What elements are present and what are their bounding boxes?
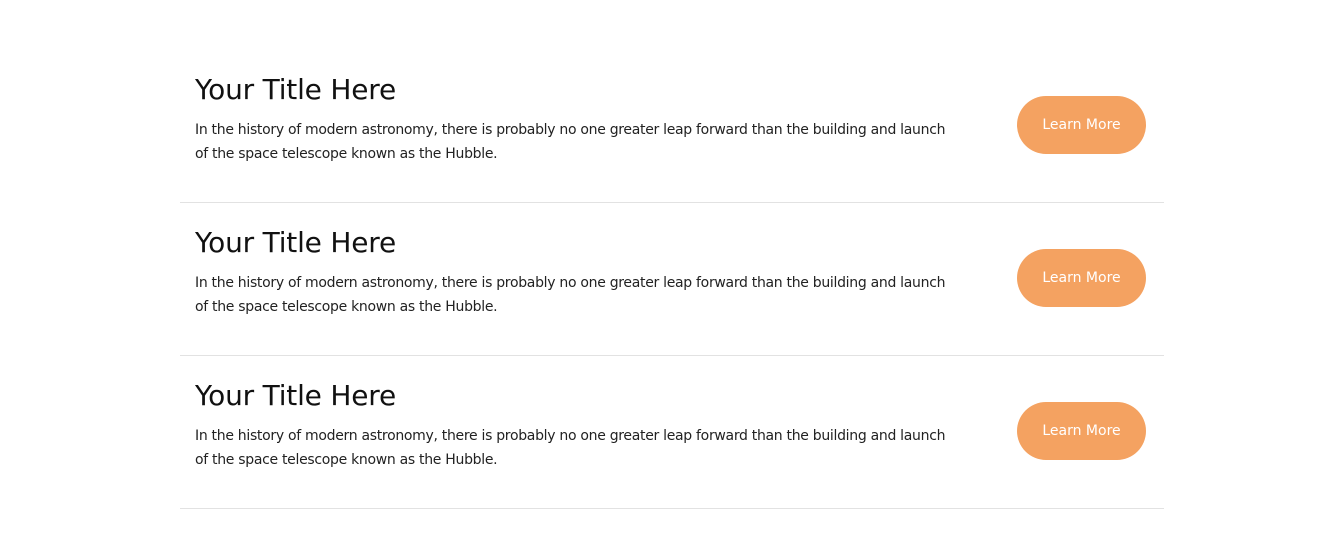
- item-description: In the history of modern astronomy, ther…: [195, 122, 946, 162]
- item-title: Your Title Here: [195, 226, 396, 259]
- list-item: Your Title Here In the history of modern…: [180, 203, 1164, 356]
- item-text: Your Title Here In the history of modern…: [195, 225, 955, 319]
- learn-more-button[interactable]: Learn More: [1017, 402, 1146, 460]
- list-item: Your Title Here In the history of modern…: [180, 50, 1164, 203]
- item-description: In the history of modern astronomy, ther…: [195, 428, 946, 468]
- item-text: Your Title Here In the history of modern…: [195, 378, 955, 472]
- feature-list: Your Title Here In the history of modern…: [180, 50, 1164, 509]
- item-title: Your Title Here: [195, 73, 396, 106]
- learn-more-button[interactable]: Learn More: [1017, 249, 1146, 307]
- learn-more-button[interactable]: Learn More: [1017, 96, 1146, 154]
- item-text: Your Title Here In the history of modern…: [195, 72, 955, 166]
- item-title: Your Title Here: [195, 379, 396, 412]
- item-description: In the history of modern astronomy, ther…: [195, 275, 946, 315]
- list-item: Your Title Here In the history of modern…: [180, 356, 1164, 509]
